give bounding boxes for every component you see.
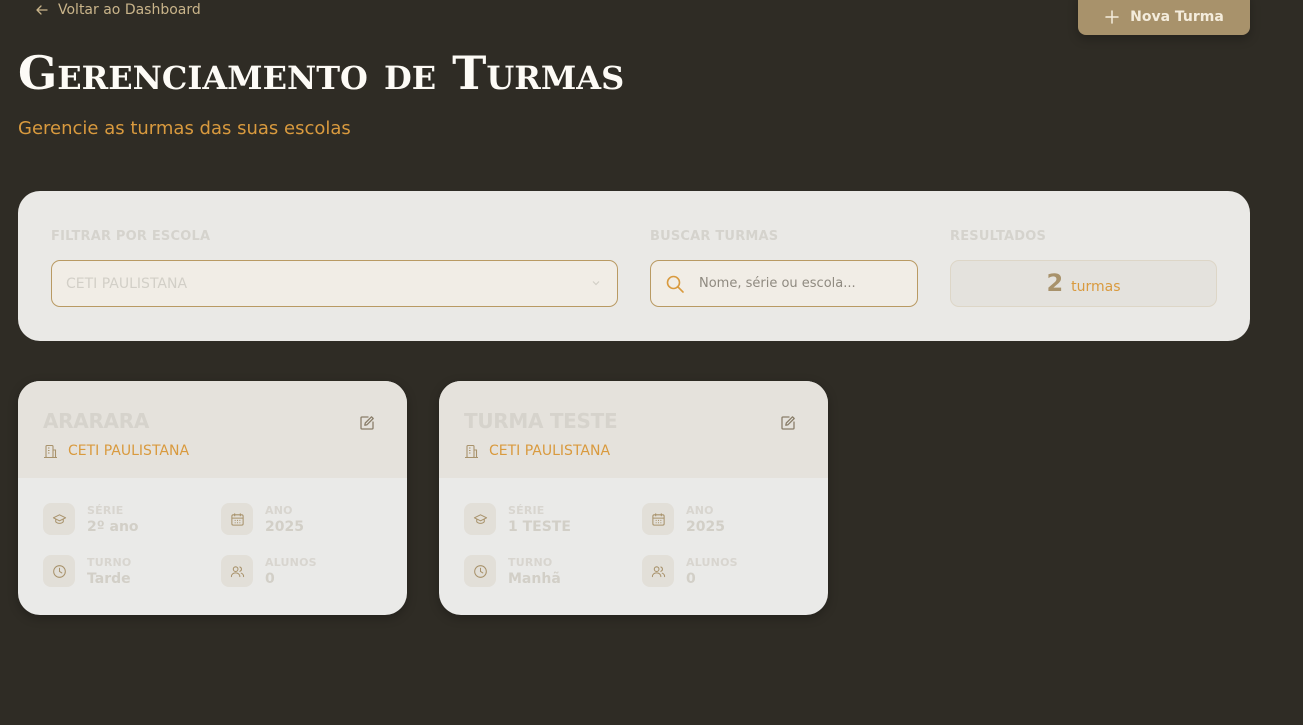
alunos-label: ALUNOS	[265, 555, 317, 569]
graduation-cap-icon	[43, 503, 75, 535]
ano-label: ANO	[686, 503, 714, 517]
class-school: CETI PAULISTANA	[464, 443, 610, 459]
back-link-label: Voltar ao Dashboard	[58, 2, 201, 18]
class-name: TURMA TESTE	[464, 409, 618, 433]
results-label: RESULTADOS	[950, 229, 1047, 244]
results-count: 2	[1046, 269, 1064, 297]
info-ano: ANO 2025	[642, 503, 725, 535]
class-card[interactable]: TURMA TESTE CETI PAULISTANA SÉRIE 1 TESTE…	[439, 381, 828, 615]
alunos-label: ALUNOS	[686, 555, 738, 569]
arrow-left-icon	[36, 5, 48, 15]
calendar-icon	[221, 503, 253, 535]
back-to-dashboard-link[interactable]: Voltar ao Dashboard	[36, 2, 201, 18]
plus-icon	[1105, 9, 1119, 24]
class-school: CETI PAULISTANA	[43, 443, 189, 459]
building-icon	[465, 444, 478, 458]
chevron-down-icon	[592, 281, 600, 286]
turno-label: TURNO	[87, 555, 132, 569]
search-input[interactable]	[697, 275, 901, 292]
search-icon	[666, 275, 684, 293]
info-ano: ANO 2025	[221, 503, 304, 535]
ano-label: ANO	[265, 503, 293, 517]
ano-value: 2025	[265, 518, 304, 535]
turno-value: Tarde	[87, 570, 131, 587]
alunos-value: 0	[265, 570, 275, 587]
class-card-header: TURMA TESTE CETI PAULISTANA	[439, 381, 828, 478]
turno-value: Manhã	[508, 570, 561, 587]
info-alunos: ALUNOS 0	[221, 555, 317, 587]
edit-icon[interactable]	[359, 415, 375, 431]
alunos-value: 0	[686, 570, 696, 587]
results-count-box: 2 turmas	[950, 260, 1217, 307]
class-card[interactable]: ARARARA CETI PAULISTANA SÉRIE 2º ano ANO 2…	[18, 381, 407, 615]
school-filter-select[interactable]: CETI PAULISTANA	[51, 260, 618, 307]
results-unit: turmas	[1071, 279, 1121, 295]
school-filter-label: FILTRAR POR ESCOLA	[51, 229, 211, 244]
class-school-name: CETI PAULISTANA	[489, 443, 611, 459]
info-serie: SÉRIE 1 TESTE	[464, 503, 571, 535]
page-subtitle: Gerencie as turmas das suas escolas	[18, 118, 351, 139]
search-box	[650, 260, 918, 307]
school-filter-value: CETI PAULISTANA	[66, 275, 188, 292]
clock-icon	[43, 555, 75, 587]
graduation-cap-icon	[464, 503, 496, 535]
ano-value: 2025	[686, 518, 725, 535]
class-school-name: CETI PAULISTANA	[68, 443, 190, 459]
calendar-icon	[642, 503, 674, 535]
serie-label: SÉRIE	[508, 503, 545, 517]
building-icon	[44, 444, 57, 458]
search-label: BUSCAR TURMAS	[650, 229, 779, 244]
users-icon	[221, 555, 253, 587]
new-class-button[interactable]: Nova Turma	[1078, 0, 1250, 35]
page-title: Gerenciamento de Turmas	[18, 46, 625, 100]
turno-label: TURNO	[508, 555, 553, 569]
clock-icon	[464, 555, 496, 587]
class-name: ARARARA	[43, 409, 150, 433]
class-card-header: ARARARA CETI PAULISTANA	[18, 381, 407, 478]
info-alunos: ALUNOS 0	[642, 555, 738, 587]
serie-value: 1 TESTE	[508, 518, 571, 535]
filter-panel: FILTRAR POR ESCOLA CETI PAULISTANA BUSCA…	[18, 191, 1250, 341]
serie-value: 2º ano	[87, 518, 139, 535]
info-turno: TURNO Tarde	[43, 555, 131, 587]
info-serie: SÉRIE 2º ano	[43, 503, 139, 535]
users-icon	[642, 555, 674, 587]
info-turno: TURNO Manhã	[464, 555, 561, 587]
new-class-button-label: Nova Turma	[1130, 8, 1224, 25]
serie-label: SÉRIE	[87, 503, 124, 517]
edit-icon[interactable]	[780, 415, 796, 431]
